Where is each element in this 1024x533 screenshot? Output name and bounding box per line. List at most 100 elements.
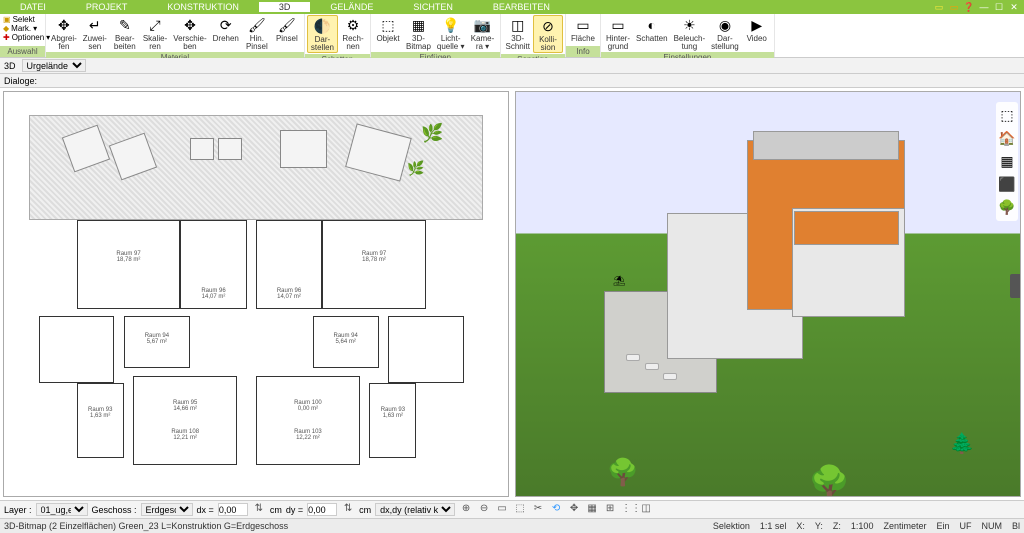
tool-icon[interactable]: ⟲ (549, 503, 563, 516)
layer-combo[interactable]: 01_ug,eg,o( (36, 503, 88, 516)
stepper-icon[interactable]: ⇅ (252, 503, 266, 516)
dialoge-label: Dialoge: (4, 76, 37, 86)
vtool-solid-icon[interactable]: ⬛ (998, 176, 1016, 193)
schatten-icon: ◐ (643, 16, 661, 34)
pinsel-icon: 🖌 (278, 16, 296, 34)
tab-projekt[interactable]: PROJEKT (66, 2, 148, 12)
tab-konstruktion[interactable]: KONSTRUKTION (147, 2, 259, 12)
ribbon-lichtquelle-button[interactable]: 💡Licht- quelle ▾ (434, 15, 468, 51)
vtool-home-icon[interactable]: 🏠 (998, 130, 1016, 147)
sys-icon[interactable]: ▭ (933, 1, 945, 13)
status-info: 3D-Bitmap (2 Einzelflächen) Green_23 L=K… (4, 521, 288, 531)
video-icon: ▶ (748, 16, 766, 34)
panel-handle[interactable] (1010, 274, 1020, 298)
licht-icon: 💡 (442, 16, 460, 34)
3d-pane[interactable]: ⛱ 🌳 🌳 🌲 ⬚ 🏠 ▦ ⬛ 🌳 (515, 91, 1021, 497)
mark-btn[interactable]: Mark. (11, 24, 31, 33)
tool-icon[interactable]: ⬚ (513, 503, 527, 516)
ribbon-darstellung-button[interactable]: ◉Dar- stellung (708, 15, 742, 51)
close-icon[interactable]: ✕ (1008, 1, 1020, 13)
sys-icon[interactable]: ❓ (963, 1, 975, 13)
tool-icon[interactable]: ⊞ (603, 503, 617, 516)
tab-3d[interactable]: 3D (259, 2, 311, 12)
view-toolbar: ⬚ 🏠 ▦ ⬛ 🌳 (996, 102, 1018, 221)
tool-icon[interactable]: ✂ (531, 503, 545, 516)
floorplan-pane[interactable]: Raum 9718,78 m² Raum 9718,78 m² Raum 961… (3, 91, 509, 497)
optionen-btn[interactable]: Optionen (12, 33, 44, 42)
tab-sichten[interactable]: SICHTEN (393, 2, 473, 12)
drehen-icon: ⟳ (217, 16, 235, 34)
tool-icon[interactable]: ✥ (567, 503, 581, 516)
selekt-btn[interactable]: Selekt (13, 15, 35, 24)
3d-icon: ◫ (509, 16, 527, 34)
sys-icon[interactable]: ▭ (948, 1, 960, 13)
ribbon-verschieben-button[interactable]: ✥Verschie- ben (170, 15, 209, 51)
vtool-layers-icon[interactable]: ⬚ (998, 107, 1016, 124)
layer-label: Layer : (4, 505, 32, 515)
ribbon-objekt-button[interactable]: ⬚Objekt (373, 15, 403, 51)
geschoss-combo[interactable]: Erdgeschos (141, 503, 193, 516)
tool-icon[interactable]: ▦ (585, 503, 599, 516)
status-bar: 3D-Bitmap (2 Einzelflächen) Green_23 L=K… (0, 518, 1024, 533)
tool-icon[interactable]: ⊖ (477, 503, 491, 516)
stepper-icon[interactable]: ⇅ (341, 503, 355, 516)
mode-combo[interactable]: dx,dy (relativ ka (375, 503, 455, 516)
kame-icon: 📷 (474, 16, 492, 34)
ribbon-kamera-button[interactable]: 📷Kame- ra ▾ (468, 15, 498, 51)
tab-bearbeiten[interactable]: BEARBEITEN (473, 2, 570, 12)
ribbon: ▣Selekt ◆Mark.▾ ✚Optionen▾ Auswahl ✥Abgr… (0, 14, 1024, 58)
tool-icon[interactable]: ◫ (639, 503, 653, 516)
ribbon-rechnen-button[interactable]: ⚙Rech- nen (338, 15, 368, 53)
vtool-tree-icon[interactable]: 🌳 (998, 199, 1016, 216)
ribbon-hinpinsel-button[interactable]: 🖌Hin. Pinsel (242, 15, 272, 51)
dar-icon: ◉ (716, 16, 734, 34)
ribbon-beleuchtung-button[interactable]: ☀Beleuch- tung (671, 15, 709, 51)
ribbon-kollision-button[interactable]: ⊘Kolli- sion (533, 15, 563, 53)
hin.-icon: 🖌 (248, 16, 266, 34)
ribbon-schatten-button[interactable]: ◐Schatten (633, 15, 671, 51)
group-label: Info (566, 46, 600, 57)
ribbon-flche-button[interactable]: ▭Fläche (568, 15, 598, 45)
tree-icon: 🌿 (407, 160, 424, 177)
ribbon-dschnitt-button[interactable]: ◫3D- Schnitt (503, 15, 533, 53)
ribbon-pinsel-button[interactable]: 🖌Pinsel (272, 15, 302, 51)
bottom-bar: Layer : 01_ug,eg,o( Geschoss : Erdgescho… (0, 500, 1024, 518)
ribbon-bearbeiten-button[interactable]: ✎Bear- beiten (110, 15, 140, 51)
zuwei-icon: ↵ (86, 16, 104, 34)
group-label: Auswahl (0, 46, 45, 57)
dialoge-bar: Dialoge: (0, 74, 1024, 88)
ribbon-skalieren-button[interactable]: ⤢Skalie- ren (140, 15, 170, 51)
sub-bar: 3D Urgelände (0, 58, 1024, 74)
tree-icon: 🌿 (421, 123, 443, 144)
ribbon-dbitmap-button[interactable]: ▦3D- Bitmap (403, 15, 434, 51)
fläche-icon: ▭ (574, 16, 592, 34)
layer-select[interactable]: Urgelände (22, 59, 86, 72)
minimize-icon[interactable]: — (978, 1, 990, 13)
vtool-grid-icon[interactable]: ▦ (998, 153, 1016, 170)
ribbon-darstellen-button[interactable]: 🌓Dar- stellen (307, 15, 338, 53)
dy-label: dy = (286, 505, 303, 515)
tool-icon[interactable]: ⋮⋮ (621, 503, 635, 516)
tab-gelaende[interactable]: GELÄNDE (310, 2, 393, 12)
status-sel: Selektion (713, 521, 750, 531)
tool-icon[interactable]: ⊕ (459, 503, 473, 516)
tree-icon: 🌲 (949, 431, 974, 456)
ribbon-hintergrund-button[interactable]: ▭Hinter- grund (603, 15, 633, 51)
main-area: Raum 9718,78 m² Raum 9718,78 m² Raum 961… (0, 88, 1024, 500)
beleuch-icon: ☀ (680, 16, 698, 34)
rech-icon: ⚙ (344, 16, 362, 34)
tab-datei[interactable]: DATEI (0, 2, 66, 12)
ribbon-drehen-button[interactable]: ⟳Drehen (210, 15, 242, 51)
ribbon-abgreifen-button[interactable]: ✥Abgrei- fen (48, 15, 80, 51)
bear-icon: ✎ (116, 16, 134, 34)
objekt-icon: ⬚ (379, 16, 397, 34)
maximize-icon[interactable]: ☐ (993, 1, 1005, 13)
dx-input[interactable] (218, 503, 248, 516)
ribbon-video-button[interactable]: ▶Video (742, 15, 772, 51)
skalie-icon: ⤢ (146, 16, 164, 34)
dar-icon: 🌓 (313, 17, 331, 35)
ribbon-zuweisen-button[interactable]: ↵Zuwei- sen (80, 15, 110, 51)
hinter-icon: ▭ (609, 16, 627, 34)
dy-input[interactable] (307, 503, 337, 516)
tool-icon[interactable]: ▭ (495, 503, 509, 516)
